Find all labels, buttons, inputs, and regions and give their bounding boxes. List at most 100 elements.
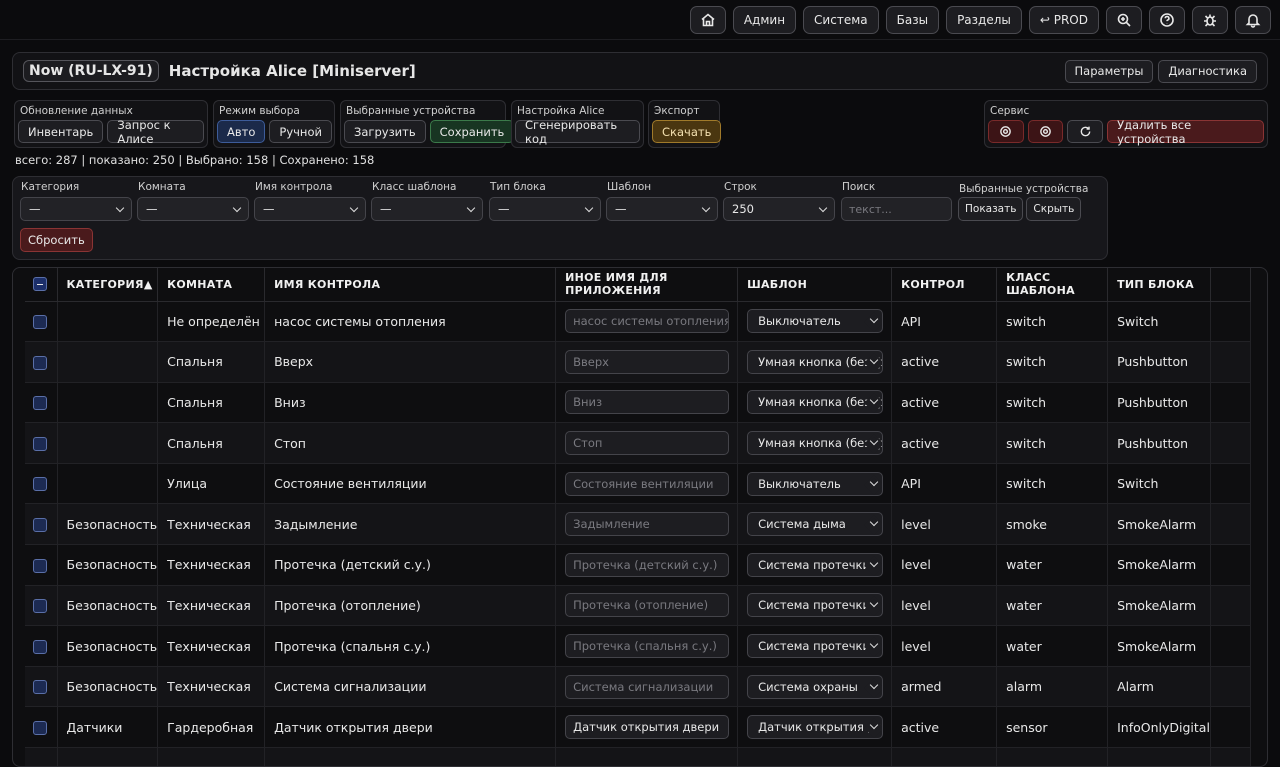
- alice-setup-group: Настройка Alice Сгенерировать код: [511, 100, 644, 148]
- template-select[interactable]: Система дыма: [747, 512, 884, 537]
- filter-template-select[interactable]: —: [606, 197, 718, 221]
- row-checkbox[interactable]: [33, 436, 47, 451]
- refresh-button[interactable]: [1067, 120, 1104, 143]
- diagnostics-button[interactable]: Диагностика: [1158, 59, 1257, 83]
- prod-button[interactable]: ↩ PROD: [1028, 5, 1099, 34]
- admin-button[interactable]: Админ: [732, 5, 797, 34]
- row-select-cell: [25, 666, 58, 708]
- table-row[interactable]: [25, 747, 1251, 766]
- column-header-control-name[interactable]: ИМЯ КОНТРОЛА: [264, 268, 557, 302]
- column-header-category[interactable]: КАТЕГОРИЯ▲: [57, 268, 159, 302]
- alt-name-input[interactable]: Протечка (спальня с.у.): [565, 634, 730, 659]
- template-select[interactable]: Система протечки: [747, 552, 884, 577]
- table-row[interactable]: Безопасность Техническая Протечка (отоплен…: [25, 585, 1251, 627]
- template-select[interactable]: Выключатель: [747, 309, 884, 334]
- mode-group: Режим выбора Авто Ручной: [213, 100, 335, 148]
- column-header-block-type[interactable]: ТИП БЛОКА: [1107, 268, 1211, 302]
- params-button[interactable]: Параметры: [1064, 59, 1154, 83]
- alt-name-input[interactable]: Вверх: [565, 349, 730, 374]
- filter-room-select[interactable]: —: [137, 197, 249, 221]
- row-checkbox[interactable]: [33, 680, 47, 695]
- manual-mode-button[interactable]: Ручной: [269, 120, 332, 143]
- cell-category: [57, 301, 159, 343]
- home-button[interactable]: [689, 5, 726, 34]
- column-header-control[interactable]: КОНТРОЛ: [891, 268, 998, 302]
- row-checkbox[interactable]: [33, 558, 47, 573]
- table-row[interactable]: Безопасность Техническая Задымление Задымле…: [25, 503, 1251, 546]
- filter-control-select[interactable]: —: [254, 197, 366, 221]
- template-select[interactable]: Система охраны: [747, 674, 884, 699]
- table-row[interactable]: Безопасность Техническая Протечка (детский…: [25, 544, 1251, 586]
- row-checkbox[interactable]: [33, 396, 47, 411]
- template-select[interactable]: Умная кнопка (без фи: [747, 349, 884, 374]
- template-select[interactable]: Умная кнопка (без фи: [747, 431, 884, 456]
- show-selected-button[interactable]: Показать: [958, 197, 1024, 221]
- service-group: Сервис Удалить все устройства: [984, 100, 1268, 148]
- template-select[interactable]: Датчик открытия двер: [747, 715, 884, 740]
- alt-name-input[interactable]: Вниз: [565, 390, 730, 415]
- table-row[interactable]: Улица Состояние вентиляции Состояние венти…: [25, 463, 1251, 505]
- column-header-room[interactable]: КОМНАТА: [157, 268, 266, 302]
- download-button[interactable]: Скачать: [652, 120, 722, 143]
- help-button[interactable]: [1149, 5, 1185, 34]
- cell-control-name: Протечка (отопление): [264, 585, 557, 627]
- filter-category-select[interactable]: —: [20, 197, 132, 221]
- row-checkbox[interactable]: [33, 315, 47, 330]
- filter-rows-select[interactable]: 250: [723, 197, 835, 221]
- auto-mode-button[interactable]: Авто: [217, 120, 266, 143]
- save-button[interactable]: Сохранить: [429, 120, 515, 143]
- table-row[interactable]: Спальня Вверх Вверх Умная кнопка (без фи act…: [25, 341, 1251, 383]
- service-action-2-button[interactable]: [1027, 120, 1064, 143]
- row-select-cell: [25, 747, 58, 766]
- cell-template-class: water: [996, 625, 1109, 667]
- bell-icon: [1245, 13, 1261, 28]
- row-checkbox[interactable]: [33, 720, 47, 735]
- alt-name-input[interactable]: Датчик открытия двери: [565, 715, 730, 740]
- row-checkbox[interactable]: [33, 599, 47, 614]
- row-checkbox[interactable]: [33, 355, 47, 370]
- table-row[interactable]: Не определён насос системы отопления насос…: [25, 301, 1251, 343]
- delete-all-devices-button[interactable]: Удалить все устройства: [1107, 118, 1264, 146]
- bases-button[interactable]: Базы: [885, 5, 940, 34]
- column-header-alt-name[interactable]: ИНОЕ ИМЯ ДЛЯ ПРИЛОЖЕНИЯ: [555, 268, 739, 302]
- notifications-button[interactable]: [1235, 5, 1271, 34]
- debug-button[interactable]: [1192, 5, 1228, 34]
- row-checkbox[interactable]: [33, 477, 47, 492]
- filter-template-class-select[interactable]: —: [371, 197, 483, 221]
- template-select[interactable]: Умная кнопка (без фи: [747, 390, 884, 415]
- zoom-button[interactable]: [1106, 5, 1142, 34]
- search-input[interactable]: текст...: [841, 197, 952, 221]
- top-navigation: Админ Система Базы Разделы ↩ PROD: [0, 0, 1280, 40]
- alt-name-input[interactable]: Стоп: [565, 431, 730, 456]
- load-button[interactable]: Загрузить: [344, 120, 426, 143]
- filter-block-type-select[interactable]: —: [489, 197, 601, 221]
- column-header-template-class[interactable]: КЛАСС ШАБЛОНА: [996, 268, 1109, 302]
- service-action-1-button[interactable]: [988, 120, 1024, 143]
- system-button[interactable]: Система: [803, 5, 879, 34]
- table-row[interactable]: Безопасность Техническая Протечка (спальня…: [25, 625, 1251, 667]
- template-select[interactable]: Система протечки: [747, 634, 884, 659]
- row-checkbox[interactable]: [33, 518, 47, 533]
- column-header-template[interactable]: ШАБЛОН: [737, 268, 893, 302]
- inventory-button[interactable]: Инвентарь: [18, 120, 104, 143]
- select-all-checkbox[interactable]: [33, 277, 47, 292]
- row-checkbox[interactable]: [33, 639, 47, 654]
- template-select[interactable]: Выключатель: [747, 471, 884, 496]
- alt-name-input[interactable]: Система сигнализации: [565, 674, 730, 699]
- table-row[interactable]: Спальня Вниз Вниз Умная кнопка (без фи activ…: [25, 382, 1251, 424]
- alt-name-input[interactable]: Состояние вентиляции: [565, 471, 730, 496]
- generate-code-button[interactable]: Сгенерировать код: [515, 118, 640, 146]
- query-alice-button[interactable]: Запрос к Алисе: [107, 118, 204, 146]
- hide-selected-button[interactable]: Скрыть: [1026, 197, 1082, 221]
- table-row[interactable]: Датчики Гардеробная Датчик открытия двери Д…: [25, 706, 1251, 749]
- alt-name-input[interactable]: Протечка (отопление): [565, 593, 730, 618]
- alt-name-input[interactable]: Задымление: [565, 512, 730, 537]
- cell-alt-name: Протечка (детский с.у.): [555, 544, 739, 586]
- reset-filters-button[interactable]: Сбросить: [20, 228, 93, 252]
- template-select[interactable]: Система протечки: [747, 593, 884, 618]
- sections-button[interactable]: Разделы: [946, 5, 1022, 34]
- table-row[interactable]: Безопасность Техническая Система сигнализа…: [25, 666, 1251, 708]
- alt-name-input[interactable]: насос системы отопления: [565, 309, 730, 334]
- alt-name-input[interactable]: Протечка (детский с.у.): [565, 552, 730, 577]
- table-row[interactable]: Спальня Стоп Стоп Умная кнопка (без фи activ…: [25, 422, 1251, 464]
